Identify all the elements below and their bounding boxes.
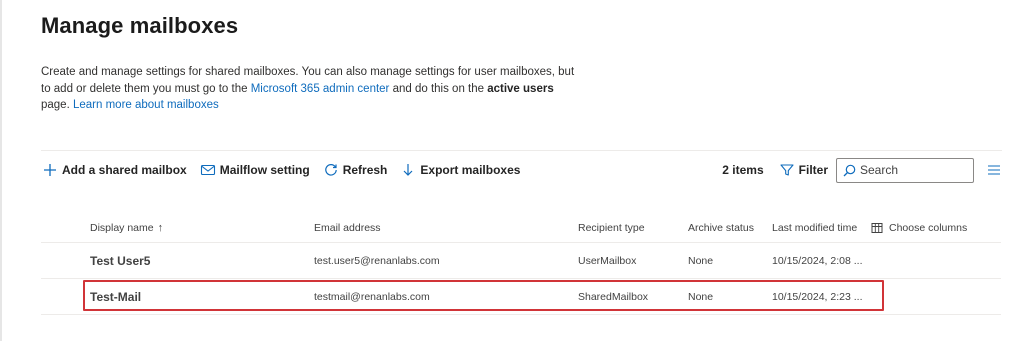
row-display-name[interactable]: Test User5 [90, 243, 150, 278]
toolbar-divider [41, 150, 1002, 151]
row-recipient-type: UserMailbox [578, 254, 637, 267]
m365-admin-center-link[interactable]: Microsoft 365 admin center [251, 83, 390, 95]
column-header-display-name[interactable]: Display name ↑ [90, 213, 163, 242]
left-edge-divider [0, 0, 2, 341]
column-header-recipient-type[interactable]: Recipient type [578, 213, 645, 242]
filter-icon [778, 161, 796, 179]
row-display-name[interactable]: Test-Mail [90, 279, 141, 314]
row-email: testmail@renanlabs.com [314, 290, 430, 303]
mailboxes-table: Display name ↑ Email address Recipient t… [41, 213, 1001, 315]
row-last-modified: 10/15/2024, 2:08 ... [772, 254, 863, 267]
table-row[interactable]: Test User5 test.user5@renanlabs.com User… [41, 243, 1001, 279]
plus-icon [41, 161, 59, 179]
description-text-3: page. [41, 99, 73, 111]
filter-button[interactable]: Filter [778, 161, 828, 179]
display-name-header-label: Display name [90, 221, 154, 234]
mail-settings-icon [199, 161, 217, 179]
column-header-email[interactable]: Email address [314, 213, 381, 242]
table-row[interactable]: Test-Mail testmail@renanlabs.com SharedM… [41, 279, 1001, 315]
search-icon [843, 164, 856, 177]
mailflow-setting-button[interactable]: Mailflow setting [199, 158, 310, 182]
sort-ascending-icon: ↑ [157, 221, 164, 234]
mailflow-setting-label: Mailflow setting [219, 163, 310, 177]
row-last-modified: 10/15/2024, 2:23 ... [772, 290, 863, 303]
columns-icon [871, 222, 883, 234]
column-header-archive-status[interactable]: Archive status [688, 213, 754, 242]
page-title: Manage mailboxes [41, 13, 239, 38]
description-text-2: and do this on the [389, 82, 488, 95]
add-shared-mailbox-label: Add a shared mailbox [62, 163, 187, 177]
choose-columns-label: Choose columns [889, 221, 968, 234]
row-archive-status: None [688, 290, 714, 303]
row-recipient-type: SharedMailbox [578, 290, 649, 303]
column-header-last-modified[interactable]: Last modified time [772, 213, 857, 242]
refresh-button[interactable]: Refresh [322, 158, 388, 182]
export-mailboxes-label: Export mailboxes [420, 163, 521, 177]
download-arrow-icon [399, 161, 417, 179]
choose-columns-button[interactable]: Choose columns [871, 213, 967, 242]
refresh-label: Refresh [342, 163, 388, 177]
export-mailboxes-button[interactable]: Export mailboxes [399, 158, 520, 182]
command-bar: Add a shared mailbox Mailflow setting Re… [41, 157, 1002, 183]
refresh-icon [322, 161, 340, 179]
items-count: 2 items [722, 163, 764, 177]
search-input[interactable] [860, 163, 970, 177]
learn-more-link[interactable]: Learn more about mailboxes [73, 99, 219, 111]
filter-label: Filter [798, 163, 828, 177]
row-archive-status: None [688, 254, 714, 267]
search-box[interactable] [836, 157, 974, 183]
add-shared-mailbox-button[interactable]: Add a shared mailbox [41, 158, 187, 182]
view-options-icon[interactable] [986, 162, 1002, 178]
table-header: Display name ↑ Email address Recipient t… [41, 213, 1001, 243]
page-description: Create and manage settings for shared ma… [41, 64, 581, 114]
row-email: test.user5@renanlabs.com [314, 254, 440, 267]
active-users-text: active users [487, 82, 554, 95]
